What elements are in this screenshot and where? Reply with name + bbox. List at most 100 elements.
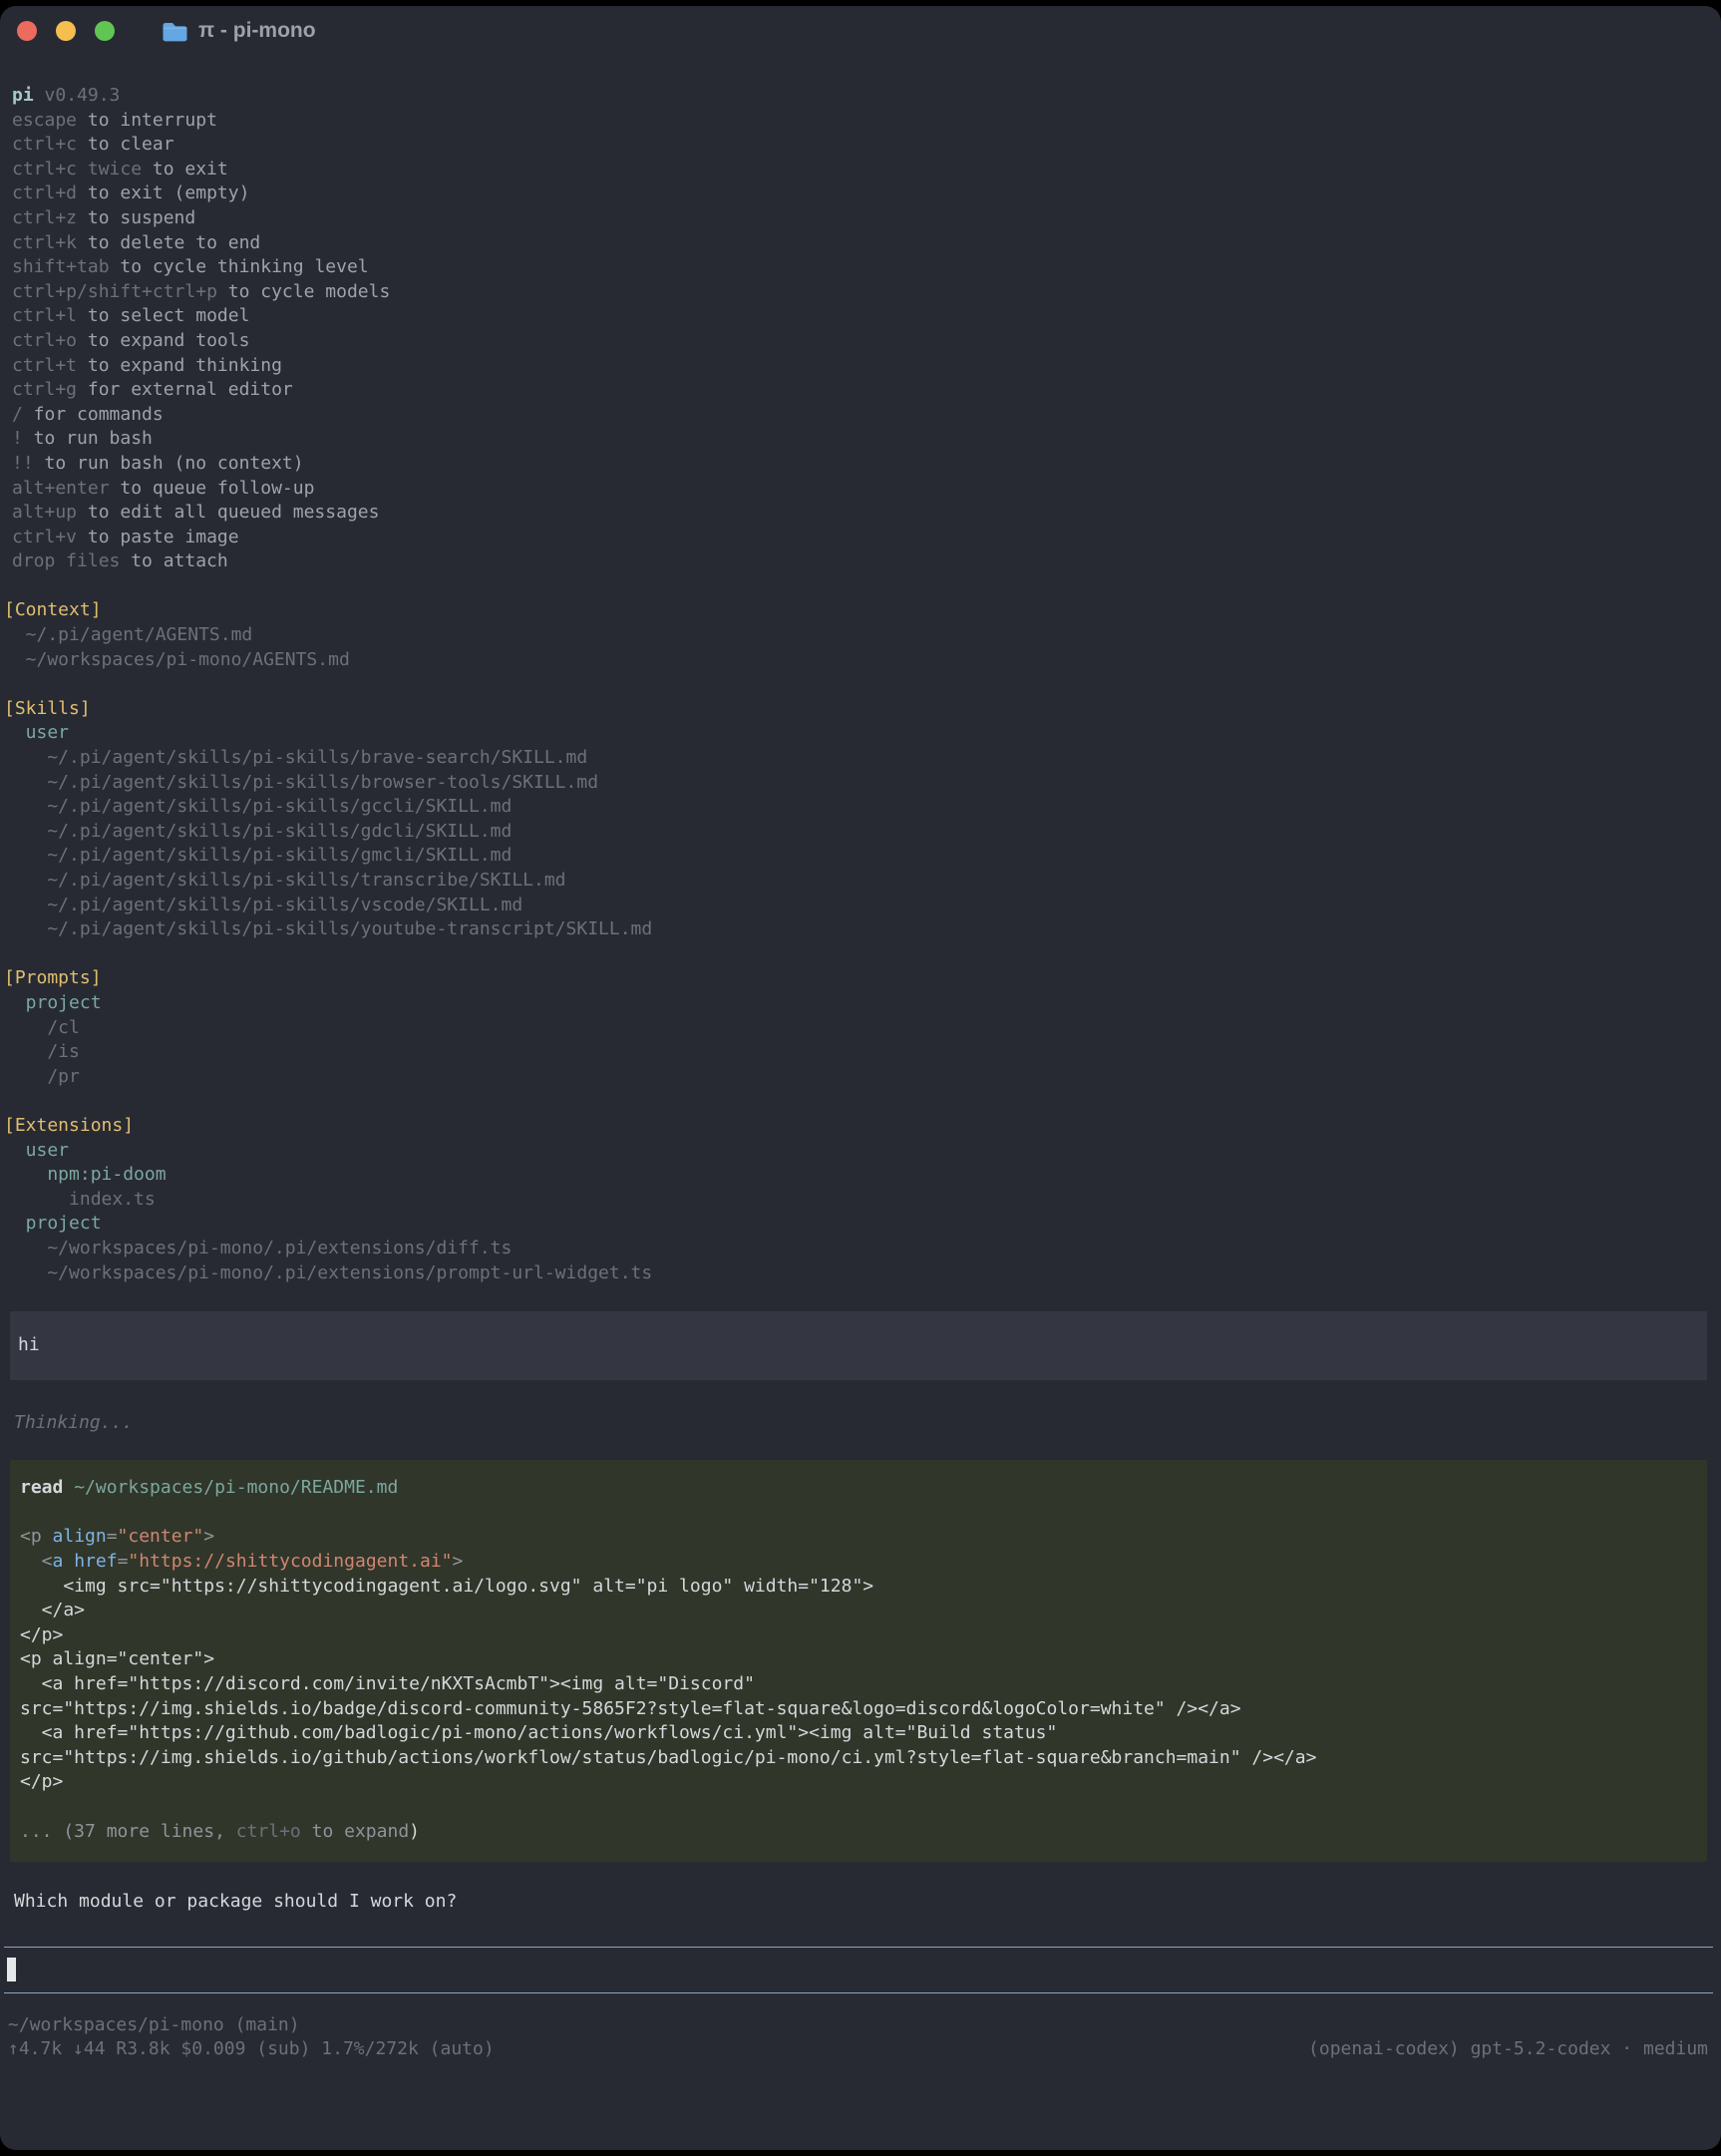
shortcut-line: escapeto interrupt bbox=[12, 109, 1713, 134]
skill-path: ~/.pi/agent/skills/pi-skills/transcribe/… bbox=[4, 869, 1713, 894]
shortcut-keys: ctrl+p/shift+ctrl+p bbox=[12, 281, 217, 302]
shortcut-desc: to paste image bbox=[77, 527, 239, 547]
skill-path: ~/.pi/agent/skills/pi-skills/brave-searc… bbox=[4, 746, 1713, 771]
shortcut-keys: ctrl+c twice bbox=[12, 159, 142, 180]
text-segment: < bbox=[20, 1551, 53, 1572]
text-segment: = bbox=[118, 1551, 129, 1572]
skill-path: ~/.pi/agent/skills/pi-skills/vscode/SKIL… bbox=[4, 894, 1713, 918]
extension-subitem: index.ts bbox=[4, 1188, 1713, 1213]
shortcut-line: ctrl+p/shift+ctrl+pto cycle models bbox=[12, 280, 1713, 305]
shortcut-desc: to select model bbox=[77, 305, 249, 326]
shortcut-line: !!to run bash (no context) bbox=[12, 452, 1713, 477]
prompts-header: [Prompts] bbox=[4, 966, 1713, 991]
text-segment: <p align="center"> bbox=[20, 1648, 214, 1669]
tool-output-code: <p align="center"> <a href="https://shit… bbox=[20, 1525, 1697, 1795]
shortcut-desc: to exit bbox=[142, 159, 228, 180]
status-bar: ~/workspaces/pi-mono (main) ↑4.7k ↓44 R3… bbox=[8, 2013, 1708, 2062]
shortcut-line: ctrl+zto suspend bbox=[12, 206, 1713, 231]
skills-header: [Skills] bbox=[4, 697, 1713, 722]
shortcut-keys: ctrl+c bbox=[12, 134, 77, 155]
shortcut-keys: drop files bbox=[12, 550, 120, 571]
shortcut-line: ctrl+oto expand tools bbox=[12, 329, 1713, 354]
text-segment: align bbox=[53, 1526, 107, 1547]
text-segment: <img src="https://shittycodingagent.ai/l… bbox=[20, 1576, 873, 1597]
text-segment: <a href="https://github.com/badlogic/pi-… bbox=[20, 1722, 1057, 1743]
truncation-notice: ... (37 more lines, ctrl+o to expand) bbox=[20, 1820, 1697, 1845]
prompt-input[interactable] bbox=[4, 1947, 1713, 1993]
text-segment: ) bbox=[409, 1821, 420, 1842]
shortcut-desc: to exit (empty) bbox=[77, 182, 249, 203]
shortcut-line: ctrl+tto expand thinking bbox=[12, 354, 1713, 379]
window-title: π - pi-mono bbox=[198, 19, 316, 44]
shortcut-desc: to expand tools bbox=[77, 330, 249, 351]
cwd-branch: ~/workspaces/pi-mono (main) bbox=[8, 2013, 1708, 2038]
text-cursor bbox=[7, 1958, 16, 1981]
shortcut-desc: to cycle models bbox=[217, 281, 390, 302]
shortcut-desc: to interrupt bbox=[77, 110, 217, 131]
code-line: </a> bbox=[20, 1599, 1697, 1623]
context-section: [Context] ~/.pi/agent/AGENTS.md ~/worksp… bbox=[4, 598, 1713, 672]
shortcut-line: ctrl+dto exit (empty) bbox=[12, 181, 1713, 206]
shortcut-desc: to attach bbox=[120, 550, 227, 571]
skill-path: ~/.pi/agent/skills/pi-skills/gdcli/SKILL… bbox=[4, 820, 1713, 845]
text-segment: ... (37 more lines, bbox=[20, 1821, 236, 1842]
skill-path: ~/.pi/agent/skills/pi-skills/browser-too… bbox=[4, 771, 1713, 796]
prompts-group-label: project bbox=[4, 991, 1713, 1016]
skill-path: ~/.pi/agent/skills/pi-skills/youtube-tra… bbox=[4, 917, 1713, 942]
code-line: <a href="https://shittycodingagent.ai"> bbox=[20, 1550, 1697, 1575]
shortcut-line: ctrl+kto delete to end bbox=[12, 231, 1713, 256]
token-usage-stats: ↑4.7k ↓44 R3.8k $0.009 (sub) 1.7%/272k (… bbox=[8, 2037, 495, 2062]
shortcut-desc: to cycle thinking level bbox=[110, 256, 369, 277]
prompts-section: [Prompts] project /cl /is /pr bbox=[4, 966, 1713, 1089]
extensions-section: [Extensions] user npm:pi-doom index.ts p… bbox=[4, 1114, 1713, 1285]
code-line: <p align="center"> bbox=[20, 1525, 1697, 1550]
shortcut-keys: shift+tab bbox=[12, 256, 110, 277]
shortcut-desc: to queue follow-up bbox=[110, 478, 315, 499]
text-segment: "center" bbox=[118, 1526, 204, 1547]
shortcut-keys: ! bbox=[12, 428, 23, 449]
context-path: ~/.pi/agent/AGENTS.md bbox=[4, 623, 1713, 648]
code-line: </p> bbox=[20, 1623, 1697, 1648]
user-message: hi bbox=[10, 1311, 1707, 1380]
shortcut-keys: ctrl+l bbox=[12, 305, 77, 326]
skills-group-label: user bbox=[4, 721, 1713, 746]
extension-path: ~/workspaces/pi-mono/.pi/extensions/prom… bbox=[4, 1261, 1713, 1286]
titlebar: π - pi-mono bbox=[0, 6, 1721, 56]
shortcut-line: ctrl+lto select model bbox=[12, 304, 1713, 329]
shortcut-line: ctrl+cto clear bbox=[12, 133, 1713, 158]
shortcut-line: ctrl+c twiceto exit bbox=[12, 158, 1713, 182]
zoom-button[interactable] bbox=[95, 21, 115, 41]
prompt-item: /cl bbox=[4, 1016, 1713, 1041]
tool-call-block: read~/workspaces/pi-mono/README.md <p al… bbox=[10, 1460, 1707, 1862]
shortcut-desc: to expand thinking bbox=[77, 355, 282, 376]
shortcut-line: drop filesto attach bbox=[12, 549, 1713, 574]
shortcut-line: alt+upto edit all queued messages bbox=[12, 501, 1713, 526]
shortcut-keys: / bbox=[12, 404, 23, 425]
terminal-output: piv0.49.3 escapeto interrupt ctrl+cto cl… bbox=[0, 56, 1721, 2062]
code-line: <a href="https://github.com/badlogic/pi-… bbox=[20, 1721, 1697, 1746]
shortcut-desc: for external editor bbox=[77, 379, 293, 400]
tool-arg-path: ~/workspaces/pi-mono/README.md bbox=[63, 1477, 398, 1498]
minimize-button[interactable] bbox=[56, 21, 76, 41]
shortcut-keys: ctrl+g bbox=[12, 379, 77, 400]
shortcut-line: alt+enterto queue follow-up bbox=[12, 477, 1713, 502]
close-button[interactable] bbox=[17, 21, 37, 41]
thinking-indicator: Thinking... bbox=[14, 1411, 1713, 1436]
shortcut-line: /for commands bbox=[12, 403, 1713, 428]
text-segment: href bbox=[74, 1551, 117, 1572]
shortcut-keys: ctrl+k bbox=[12, 232, 77, 253]
prompt-item: /is bbox=[4, 1040, 1713, 1065]
folder-icon bbox=[162, 21, 188, 42]
code-line: <a href="https://discord.com/invite/nKXT… bbox=[20, 1672, 1697, 1697]
context-path: ~/workspaces/pi-mono/AGENTS.md bbox=[4, 648, 1713, 673]
shortcut-line: ctrl+gfor external editor bbox=[12, 378, 1713, 403]
text-segment: a bbox=[53, 1551, 75, 1572]
text-segment: src="https://img.shields.io/github/actio… bbox=[20, 1747, 1316, 1768]
tool-call-header: read~/workspaces/pi-mono/README.md bbox=[20, 1476, 1697, 1501]
prompt-item: /pr bbox=[4, 1065, 1713, 1090]
shortcut-keys: alt+up bbox=[12, 502, 77, 523]
shortcut-keys: ctrl+d bbox=[12, 182, 77, 203]
extensions-user-group-label: user bbox=[4, 1139, 1713, 1164]
model-indicator: (openai-codex) gpt-5.2-codex · medium bbox=[1308, 2037, 1708, 2062]
text-segment: = bbox=[107, 1526, 118, 1547]
